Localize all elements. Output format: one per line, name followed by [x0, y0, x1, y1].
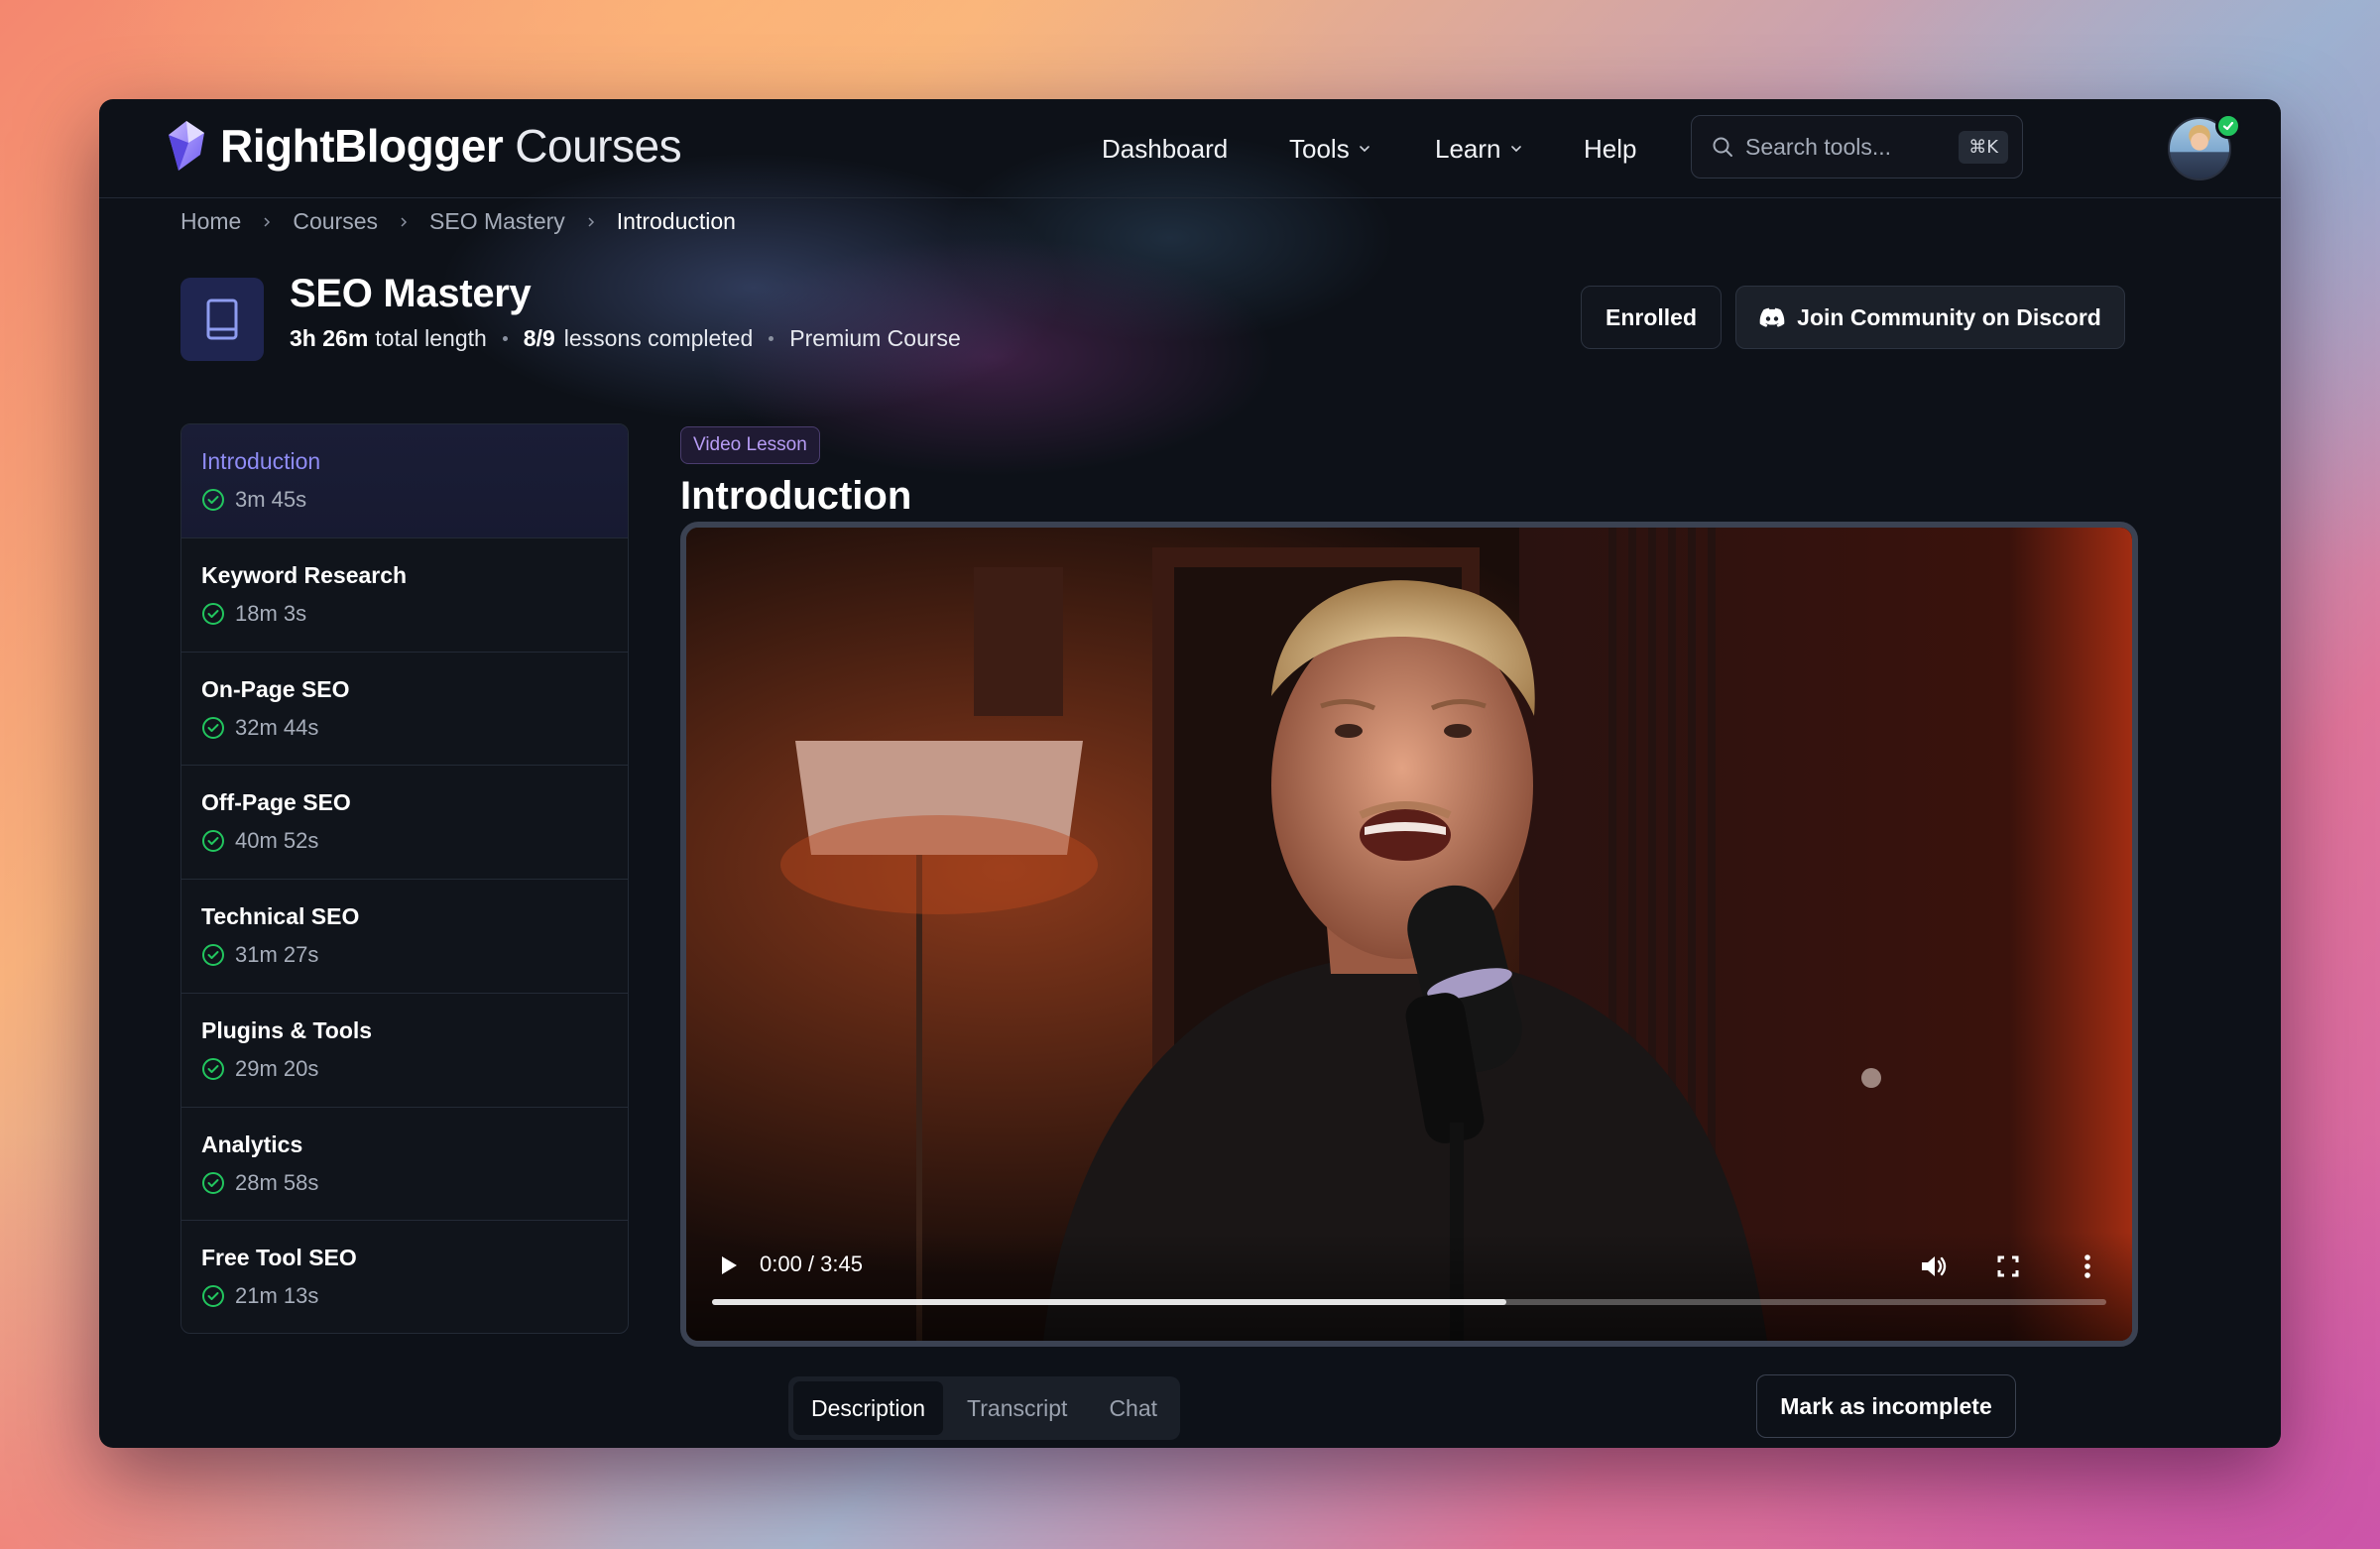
breadcrumb-course[interactable]: SEO Mastery: [429, 208, 565, 235]
lesson-type-badge: Video Lesson: [680, 426, 820, 464]
chevron-down-icon: [1359, 146, 1369, 153]
play-icon[interactable]: [716, 1253, 740, 1277]
video-time: 0:00 / 3:45: [760, 1251, 863, 1276]
video-buffered-fill: [712, 1299, 1507, 1305]
lesson-title: On-Page SEO: [201, 675, 350, 702]
lesson-duration: 32m 44s: [235, 714, 319, 740]
discord-icon: [1759, 307, 1785, 327]
brand-logo-icon: [169, 121, 204, 171]
fullscreen-icon[interactable]: [1993, 1251, 2023, 1281]
check-circle-icon: [202, 830, 224, 853]
join-discord-button[interactable]: Join Community on Discord: [1735, 286, 2125, 349]
lesson-title: Off-Page SEO: [201, 789, 351, 816]
lesson-duration: 18m 3s: [235, 600, 307, 626]
tab-chat[interactable]: Chat: [1091, 1381, 1175, 1435]
search-icon: [1713, 137, 1732, 157]
nav-tools[interactable]: Tools: [1289, 99, 1371, 198]
chevron-down-icon: [1510, 146, 1521, 153]
lesson-title: Free Tool SEO: [201, 1245, 357, 1271]
lesson-duration: 31m 27s: [235, 942, 319, 967]
join-discord-label: Join Community on Discord: [1797, 303, 2101, 330]
video-controls-bar: 0:00 / 3:45: [686, 1232, 2132, 1341]
nav-learn[interactable]: Learn: [1435, 99, 1523, 198]
check-circle-icon: [202, 602, 224, 625]
lesson-item-free-tool-seo[interactable]: Free Tool SEO 21m 13s: [181, 1221, 628, 1333]
video-progress-bar[interactable]: [712, 1299, 2106, 1305]
breadcrumb: Home Courses SEO Mastery Introduction: [180, 208, 736, 235]
enrolled-label: Enrolled: [1605, 303, 1697, 330]
app-window: RightBlogger Courses Dashboard Tools Lea…: [99, 99, 2281, 1448]
search-placeholder: Search tools...: [1745, 133, 1892, 160]
course-completed-value: 8/9: [523, 325, 555, 351]
lesson-title: Technical SEO: [201, 903, 360, 929]
verified-check-icon: [2215, 113, 2241, 139]
nav-learn-label: Learn: [1435, 133, 1501, 164]
chevron-right-icon: [588, 216, 594, 227]
course-meta: 3h 26m total length 8/9 lessons complete…: [290, 325, 961, 352]
course-length-value: 3h 26m: [290, 325, 369, 351]
mark-incomplete-label: Mark as incomplete: [1780, 1392, 1992, 1419]
enrolled-button[interactable]: Enrolled: [1581, 286, 1722, 349]
lesson-title-heading: Introduction: [680, 474, 912, 518]
chevron-right-icon: [401, 216, 408, 227]
course-tier: Premium Course: [789, 325, 961, 351]
check-circle-icon: [202, 1285, 224, 1308]
lesson-duration: 28m 58s: [235, 1169, 319, 1195]
course-length-label: total length: [375, 325, 487, 351]
tab-transcript[interactable]: Transcript: [949, 1381, 1085, 1435]
breadcrumb-courses[interactable]: Courses: [293, 208, 378, 235]
check-circle-icon: [202, 1171, 224, 1194]
nav-tools-label: Tools: [1289, 133, 1350, 164]
lesson-item-on-page-seo[interactable]: On-Page SEO 32m 44s: [181, 653, 628, 767]
lesson-title: Keyword Research: [201, 561, 408, 588]
lesson-item-plugins-tools[interactable]: Plugins & Tools 29m 20s: [181, 994, 628, 1108]
lesson-duration: 21m 13s: [235, 1283, 319, 1309]
lesson-item-introduction[interactable]: Introduction 3m 45s: [181, 424, 628, 538]
brand-subtitle: Courses: [515, 120, 682, 172]
lesson-item-technical-seo[interactable]: Technical SEO 31m 27s: [181, 880, 628, 994]
lesson-duration: 40m 52s: [235, 828, 319, 854]
video-player[interactable]: 0:00 / 3:45: [680, 522, 2138, 1347]
lesson-title: Plugins & Tools: [201, 1016, 373, 1043]
breadcrumb-home[interactable]: Home: [180, 208, 241, 235]
nav-help[interactable]: Help: [1584, 99, 1636, 198]
lesson-item-keyword-research[interactable]: Keyword Research 18m 3s: [181, 538, 628, 653]
breadcrumb-current: Introduction: [616, 208, 736, 234]
check-circle-icon: [202, 489, 224, 511]
chevron-right-icon: [264, 216, 271, 227]
user-avatar-button[interactable]: [2168, 113, 2241, 184]
lesson-title: Analytics: [201, 1131, 303, 1157]
nav-dashboard-label: Dashboard: [1102, 133, 1229, 164]
lesson-item-off-page-seo[interactable]: Off-Page SEO 40m 52s: [181, 766, 628, 880]
course-title: SEO Mastery: [290, 272, 532, 315]
lesson-list: Introduction 3m 45s Keyword Research 18m…: [180, 423, 629, 1334]
mark-incomplete-button[interactable]: Mark as incomplete: [1756, 1374, 2016, 1438]
top-navbar: RightBlogger Courses Dashboard Tools Lea…: [99, 99, 2281, 198]
check-circle-icon: [202, 1057, 224, 1080]
course-book-icon: [180, 278, 264, 361]
lesson-tabs: Description Transcript Chat: [788, 1376, 1181, 1440]
nav-dashboard[interactable]: Dashboard: [1102, 99, 1228, 198]
lesson-duration: 3m 45s: [235, 487, 307, 512]
course-completed-label: lessons completed: [563, 325, 754, 351]
volume-icon[interactable]: [1918, 1251, 1948, 1281]
lesson-title: Introduction: [201, 448, 321, 474]
nav-help-label: Help: [1584, 133, 1637, 164]
search-shortcut-badge: ⌘K: [1959, 130, 2008, 164]
check-circle-icon: [202, 716, 224, 739]
video-frame-image: [686, 528, 2132, 1341]
tab-description[interactable]: Description: [793, 1381, 944, 1435]
lesson-duration: 29m 20s: [235, 1055, 319, 1081]
search-input[interactable]: Search tools... ⌘K: [1691, 115, 2023, 179]
check-circle-icon: [202, 944, 224, 966]
brand-name: RightBlogger: [220, 120, 504, 172]
brand-logo-link[interactable]: RightBlogger Courses: [165, 119, 682, 173]
lesson-item-analytics[interactable]: Analytics 28m 58s: [181, 1108, 628, 1222]
more-options-icon[interactable]: [2073, 1251, 2102, 1281]
